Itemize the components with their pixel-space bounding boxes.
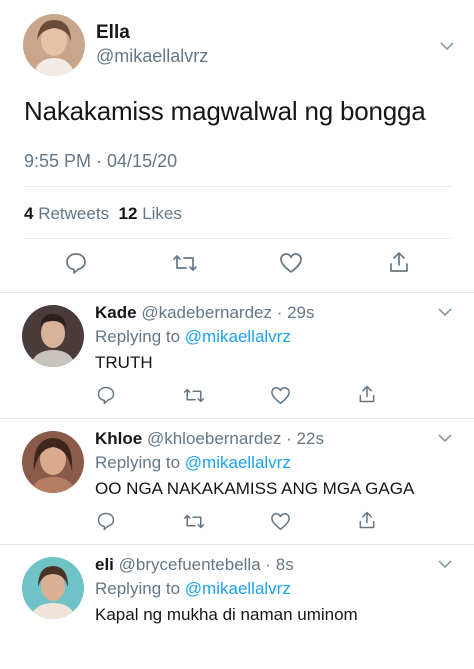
- avatar[interactable]: [22, 557, 84, 619]
- share-icon[interactable]: [357, 384, 377, 404]
- display-name[interactable]: Khloe: [95, 429, 142, 448]
- reply-time[interactable]: · 29s: [277, 303, 315, 322]
- main-tweet: Ella @mikaellalvrz Nakakamiss magwalwal …: [0, 0, 474, 293]
- retweet-icon[interactable]: [172, 252, 198, 274]
- retweet-icon[interactable]: [183, 386, 205, 405]
- replying-to: Replying to @mikaellalvrz: [95, 579, 291, 599]
- replying-prefix: Replying to: [95, 327, 181, 346]
- tweet-text: Nakakamiss magwalwal ng bongga: [24, 96, 426, 126]
- reply-header: eli @brycefuentebella · 8s: [95, 555, 294, 575]
- like-icon[interactable]: [279, 252, 303, 274]
- chevron-down-icon[interactable]: [440, 41, 454, 51]
- reply-text: OO NGA NAKAKAMISS ANG MGA GAGA: [95, 479, 415, 498]
- reply-icon[interactable]: [96, 385, 116, 405]
- user-handle[interactable]: @brycefuentebella: [119, 555, 261, 574]
- replying-to-link[interactable]: @mikaellalvrz: [185, 453, 291, 472]
- reply-header: Khloe @khloebernardez · 22s: [95, 429, 324, 449]
- share-icon[interactable]: [357, 510, 377, 530]
- user-handle[interactable]: @kadebernardez: [141, 303, 272, 322]
- reply-text: TRUTH: [95, 353, 153, 372]
- reply-icon[interactable]: [64, 251, 88, 275]
- reply-time[interactable]: · 8s: [265, 555, 293, 574]
- chevron-down-icon[interactable]: [438, 559, 452, 569]
- reply-header: Kade @kadebernardez · 29s: [95, 303, 315, 323]
- retweets-count[interactable]: 4: [24, 204, 33, 223]
- replying-to-link[interactable]: @mikaellalvrz: [185, 579, 291, 598]
- likes-label[interactable]: Likes: [142, 204, 182, 223]
- replying-to: Replying to @mikaellalvrz: [95, 327, 291, 347]
- reply-icon[interactable]: [96, 511, 116, 531]
- replying-prefix: Replying to: [95, 453, 181, 472]
- retweets-label[interactable]: Retweets: [38, 204, 109, 223]
- retweet-icon[interactable]: [183, 512, 205, 531]
- reply-text: Kapal ng mukha di naman uminom: [95, 605, 358, 624]
- replying-to: Replying to @mikaellalvrz: [95, 453, 291, 473]
- reply-tweet[interactable]: Kade @kadebernardez · 29s Replying to @m…: [0, 293, 474, 419]
- tweet-stats: 4 Retweets 12 Likes: [24, 204, 182, 224]
- user-handle[interactable]: @mikaellalvrz: [96, 46, 208, 67]
- replying-prefix: Replying to: [95, 579, 181, 598]
- reply-tweet[interactable]: eli @brycefuentebella · 8s Replying to @…: [0, 545, 474, 669]
- display-name[interactable]: Kade: [95, 303, 137, 322]
- display-name[interactable]: eli: [95, 555, 114, 574]
- replying-to-link[interactable]: @mikaellalvrz: [185, 327, 291, 346]
- user-handle[interactable]: @khloebernardez: [147, 429, 281, 448]
- like-icon[interactable]: [270, 386, 291, 405]
- chevron-down-icon[interactable]: [438, 433, 452, 443]
- reply-tweet[interactable]: Khloe @khloebernardez · 22s Replying to …: [0, 419, 474, 545]
- divider: [24, 238, 452, 239]
- likes-count[interactable]: 12: [119, 204, 138, 223]
- avatar[interactable]: [23, 14, 85, 76]
- tweet-timestamp[interactable]: 9:55 PM · 04/15/20: [24, 151, 177, 172]
- chevron-down-icon[interactable]: [438, 307, 452, 317]
- avatar[interactable]: [22, 305, 84, 367]
- avatar[interactable]: [22, 431, 84, 493]
- reply-time[interactable]: · 22s: [286, 429, 324, 448]
- like-icon[interactable]: [270, 512, 291, 531]
- display-name[interactable]: Ella: [96, 22, 130, 44]
- share-icon[interactable]: [387, 250, 411, 274]
- divider: [24, 186, 452, 187]
